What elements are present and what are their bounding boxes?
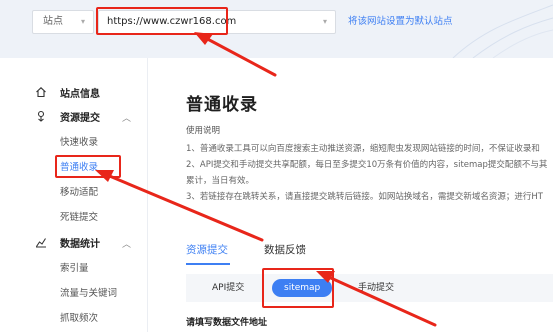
page-title: 普通收录: [186, 95, 258, 115]
set-default-site-link[interactable]: 将该网站设置为默认站点: [348, 10, 453, 34]
home-icon: [34, 84, 48, 106]
sidebar: 站点信息 资源提交 ︿ 快速收录 普通收录 移动适配 死链提交 数据统计 ︿ 索…: [0, 58, 148, 332]
subtab-manual-submit[interactable]: 手动提交: [358, 279, 394, 297]
site-type-label: 站点: [43, 16, 63, 27]
main-content: 普通收录 使用说明 1、普通收录工具可以向百度搜索主动推送资源，缩短爬虫发现网站…: [148, 58, 553, 332]
sidebar-item-fast-index[interactable]: 快速收录: [60, 132, 98, 154]
usage-line: 3、若链接存在跳转关系，请直接提交跳转后链接。如网站换域名，需提交新域名资源；进…: [186, 192, 543, 202]
sidebar-item-index-volume[interactable]: 索引量: [60, 258, 89, 280]
sidebar-item-mobile-adapt[interactable]: 移动适配: [60, 182, 98, 204]
tab-data-feedback[interactable]: 数据反馈: [264, 238, 306, 262]
sidebar-group-label: 资源提交: [60, 113, 100, 124]
sidebar-item-dead-link[interactable]: 死链提交: [60, 207, 98, 229]
sidebar-group-label: 站点信息: [60, 89, 100, 100]
active-tab-indicator: [186, 263, 230, 265]
chevron-up-icon: ︿: [122, 240, 132, 250]
sidebar-item-crawl-frequency[interactable]: 抓取频次: [60, 308, 98, 330]
stats-icon: [34, 234, 48, 256]
usage-line: 累计，当日有效。: [186, 176, 255, 186]
usage-line: 1、普通收录工具可以向百度搜索主动推送资源，缩短爬虫发现网站链接的时间，不保证收…: [186, 144, 540, 154]
tab-bar: 资源提交 数据反馈: [186, 238, 553, 268]
chevron-up-icon: ︿: [122, 114, 132, 124]
tab-resource-submit[interactable]: 资源提交: [186, 238, 228, 262]
site-url-select[interactable]: https://www.czwr168.com ▾: [98, 10, 336, 34]
usage-line: 2、API提交和手动提交共享配额，每日至多提交10万条有价值的内容，sitema…: [186, 160, 548, 170]
site-url-value: https://www.czwr168.com: [107, 16, 237, 27]
submit-icon: [34, 108, 48, 130]
submit-method-bar: API提交 sitemap 手动提交: [186, 274, 553, 302]
sidebar-group-label: 数据统计: [60, 239, 100, 250]
usage-heading: 使用说明: [186, 126, 221, 136]
sidebar-item-normal-index[interactable]: 普通收录: [60, 157, 98, 179]
sidebar-item-traffic-keywords[interactable]: 流量与关键词: [60, 283, 117, 305]
subtab-api-submit[interactable]: API提交: [212, 279, 244, 297]
chevron-down-icon: ▾: [322, 17, 327, 26]
data-file-url-label: 请填写数据文件地址: [186, 318, 268, 328]
sidebar-group-site-info[interactable]: 站点信息: [0, 84, 148, 106]
sidebar-group-resource-submit[interactable]: 资源提交 ︿: [0, 108, 148, 130]
chevron-down-icon: ▾: [80, 17, 85, 26]
site-type-select[interactable]: 站点 ▾: [32, 10, 94, 34]
sidebar-group-data-stats[interactable]: 数据统计 ︿: [0, 234, 148, 256]
subtab-sitemap[interactable]: sitemap: [272, 279, 333, 297]
top-bar: 站点 ▾ https://www.czwr168.com ▾ 将该网站设置为默认…: [0, 0, 553, 58]
